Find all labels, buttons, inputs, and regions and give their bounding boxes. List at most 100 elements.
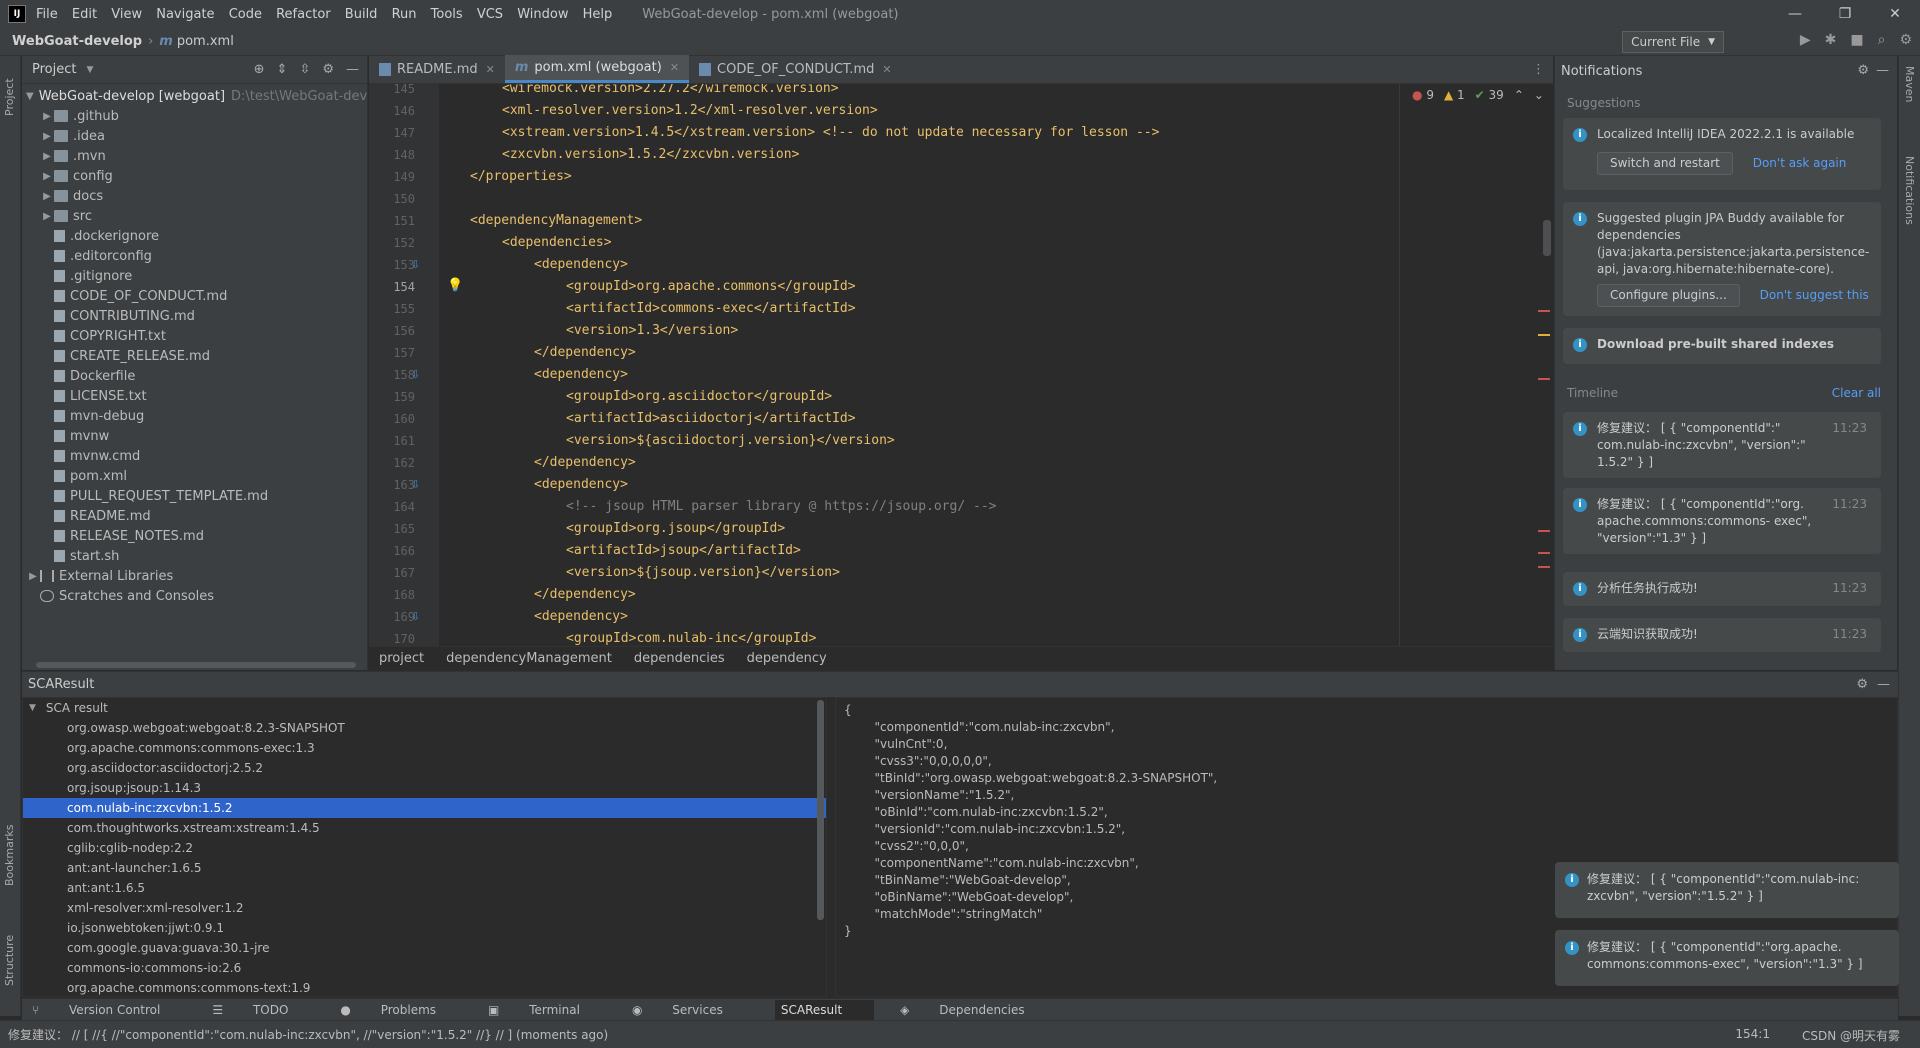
implemented-gutter-icon[interactable]: ⇩ (411, 478, 420, 491)
tree-file[interactable]: .dockerignore (22, 226, 367, 246)
locate-icon[interactable]: ⊕ (254, 62, 265, 77)
menu-window[interactable]: Window (517, 7, 568, 22)
menu-navigate[interactable]: Navigate (156, 7, 214, 22)
menu-edit[interactable]: Edit (72, 7, 97, 22)
tree-file[interactable]: CONTRIBUTING.md (22, 306, 367, 326)
editor-scrollbar-thumb[interactable] (1543, 220, 1551, 256)
sca-result-item[interactable]: com.nulab-inc:zxcvbn:1.5.2 (23, 798, 826, 818)
stop-icon[interactable]: ■ (1850, 32, 1863, 48)
dont-suggest-link[interactable]: Don't suggest this (1760, 288, 1869, 302)
tree-folder[interactable]: ▶ .mvn (22, 146, 367, 166)
menu-tools[interactable]: Tools (431, 7, 463, 22)
sca-result-item[interactable]: org.apache.commons:commons-text:1.9 (23, 978, 826, 996)
search-icon[interactable]: ⌕ (1878, 32, 1886, 48)
menu-run[interactable]: Run (392, 7, 417, 22)
sca-result-item[interactable]: ant:ant-launcher:1.6.5 (23, 858, 826, 878)
sca-result-item[interactable]: com.thoughtworks.xstream:xstream:1.4.5 (23, 818, 826, 838)
hide-icon[interactable]: — (1877, 677, 1890, 692)
project-tool-button[interactable]: Project (3, 78, 16, 116)
tree-folder[interactable]: ▶ .idea (22, 126, 367, 146)
switch-and-restart-button[interactable]: Switch and restart (1597, 152, 1733, 175)
tool-tab-version-control[interactable]: ⑂ Version Control (32, 1003, 186, 1017)
tree-file[interactable]: mvnw (22, 426, 367, 446)
run-icon[interactable]: ▶ (1800, 32, 1811, 48)
breadcrumb-dependency[interactable]: dependency (747, 651, 827, 666)
gear-icon[interactable]: ⚙ (322, 62, 334, 77)
configure-plugins-button[interactable]: Configure plugins... (1597, 284, 1740, 307)
breadcrumb-project[interactable]: project (379, 651, 424, 666)
gear-icon[interactable]: ⚙ (1856, 677, 1868, 692)
implemented-gutter-icon[interactable]: ⇩ (411, 610, 420, 623)
tree-file[interactable]: README.md (22, 506, 367, 526)
menu-refactor[interactable]: Refactor (276, 7, 331, 22)
tree-file[interactable]: .editorconfig (22, 246, 367, 266)
sca-result-item[interactable]: org.owasp.webgoat:webgoat:8.2.3-SNAPSHOT (23, 718, 826, 738)
debug-icon[interactable]: ✱ (1825, 32, 1837, 48)
tree-file[interactable]: CREATE_RELEASE.md (22, 346, 367, 366)
breadcrumb-dependency-management[interactable]: dependencyManagement (446, 651, 612, 666)
tree-file[interactable]: start.sh (22, 546, 367, 566)
notifications-tool-button[interactable]: Notifications (1903, 156, 1916, 225)
breadcrumb-dependencies[interactable]: dependencies (634, 651, 725, 666)
notification-card-indexes[interactable]: i Download pre-built shared indexes (1563, 328, 1881, 364)
tree-folder[interactable]: ▶ config (22, 166, 367, 186)
status-message[interactable]: 修复建议： // [ //{ //"componentId":"com.nula… (8, 1026, 608, 1043)
more-tabs-icon[interactable]: ⋮ (1532, 62, 1545, 77)
error-stripe-mark[interactable] (1538, 552, 1550, 554)
sca-result-item[interactable]: org.jsoup:jsoup:1.14.3 (23, 778, 826, 798)
clear-all-link[interactable]: Clear all (1832, 386, 1881, 400)
error-stripe-mark[interactable] (1538, 566, 1550, 568)
minimize-button[interactable]: — (1770, 0, 1820, 28)
close-button[interactable]: ✕ (1870, 0, 1920, 28)
collapse-all-icon[interactable]: ⇳ (299, 62, 310, 77)
expand-all-icon[interactable]: ⇕ (277, 62, 288, 77)
tool-tab-services[interactable]: ◉ Services (632, 1003, 749, 1017)
code-editor[interactable]: <wiremock.version>2.27.2</wiremock.versi… (440, 84, 1553, 646)
sca-result-item[interactable]: cglib:cglib-nodep:2.2 (23, 838, 826, 858)
horizontal-scrollbar[interactable] (36, 662, 356, 668)
caret-position[interactable]: 154:1 (1735, 1027, 1770, 1041)
dont-ask-again-link[interactable]: Don't ask again (1753, 156, 1847, 170)
menu-file[interactable]: File (36, 7, 58, 22)
hide-icon[interactable]: — (346, 62, 359, 77)
maven-tool-button[interactable]: Maven (1903, 66, 1916, 102)
menu-view[interactable]: View (111, 7, 142, 22)
sca-result-item[interactable]: org.apache.commons:commons-exec:1.3 (23, 738, 826, 758)
chevron-up-icon[interactable]: ⌃ (1514, 88, 1524, 102)
sca-result-item[interactable]: io.jsonwebtoken:jjwt:0.9.1 (23, 918, 826, 938)
project-panel-title[interactable]: Project (32, 62, 76, 77)
tree-folder[interactable]: ▶ docs (22, 186, 367, 206)
close-icon[interactable]: ✕ (486, 63, 495, 76)
maximize-button[interactable]: ❐ (1820, 0, 1870, 28)
inspection-widget[interactable]: ● 9 ▲ 1 ✔ 39 ⌃ ⌄ (1412, 88, 1544, 102)
tree-file[interactable]: mvn-debug (22, 406, 367, 426)
gear-icon[interactable]: ⚙ (1857, 63, 1869, 78)
tree-file[interactable]: .gitignore (22, 266, 367, 286)
tab-pom[interactable]: m pom.xml (webgoat) ✕ (504, 55, 690, 83)
chevron-down-icon[interactable]: ▼ (86, 65, 93, 75)
tree-folder[interactable]: ▶ .github (22, 106, 367, 126)
sca-result-item[interactable]: com.google.guava:guava:30.1-jre (23, 938, 826, 958)
menu-build[interactable]: Build (345, 7, 378, 22)
error-stripe-mark[interactable] (1538, 310, 1550, 312)
tree-file[interactable]: Dockerfile (22, 366, 367, 386)
close-icon[interactable]: ✕ (670, 61, 679, 74)
tool-tab-todo[interactable]: ☰ TODO (212, 1003, 314, 1017)
tool-tab-dependencies[interactable]: ◈ Dependencies (900, 1003, 1050, 1017)
sca-scrollbar[interactable] (817, 700, 824, 920)
tree-external-libraries[interactable]: ▶ External Libraries (22, 566, 367, 586)
tool-tab-scaresult[interactable]: SCAResult (774, 999, 875, 1020)
run-config-dropdown[interactable]: Current File ▼ (1622, 31, 1724, 53)
tree-scratches[interactable]: Scratches and Consoles (22, 586, 367, 606)
sca-tree-root[interactable]: ▼ SCA result (23, 698, 826, 718)
error-stripe-mark[interactable] (1538, 378, 1550, 380)
toast-notification[interactable]: i 修复建议： [ { "componentId":"org.apache. c… (1555, 930, 1899, 986)
tool-tab-problems[interactable]: ● Problems (340, 1003, 462, 1017)
tab-code-of-conduct[interactable]: CODE_OF_CONDUCT.md ✕ (689, 55, 902, 83)
menu-vcs[interactable]: VCS (477, 7, 503, 22)
lightbulb-icon[interactable]: 💡 (447, 278, 463, 293)
error-stripe-mark[interactable] (1538, 530, 1550, 532)
tool-tab-terminal[interactable]: ▣ Terminal (488, 1003, 606, 1017)
sca-result-item[interactable]: ant:ant:1.6.5 (23, 878, 826, 898)
tree-folder[interactable]: ▶ src (22, 206, 367, 226)
